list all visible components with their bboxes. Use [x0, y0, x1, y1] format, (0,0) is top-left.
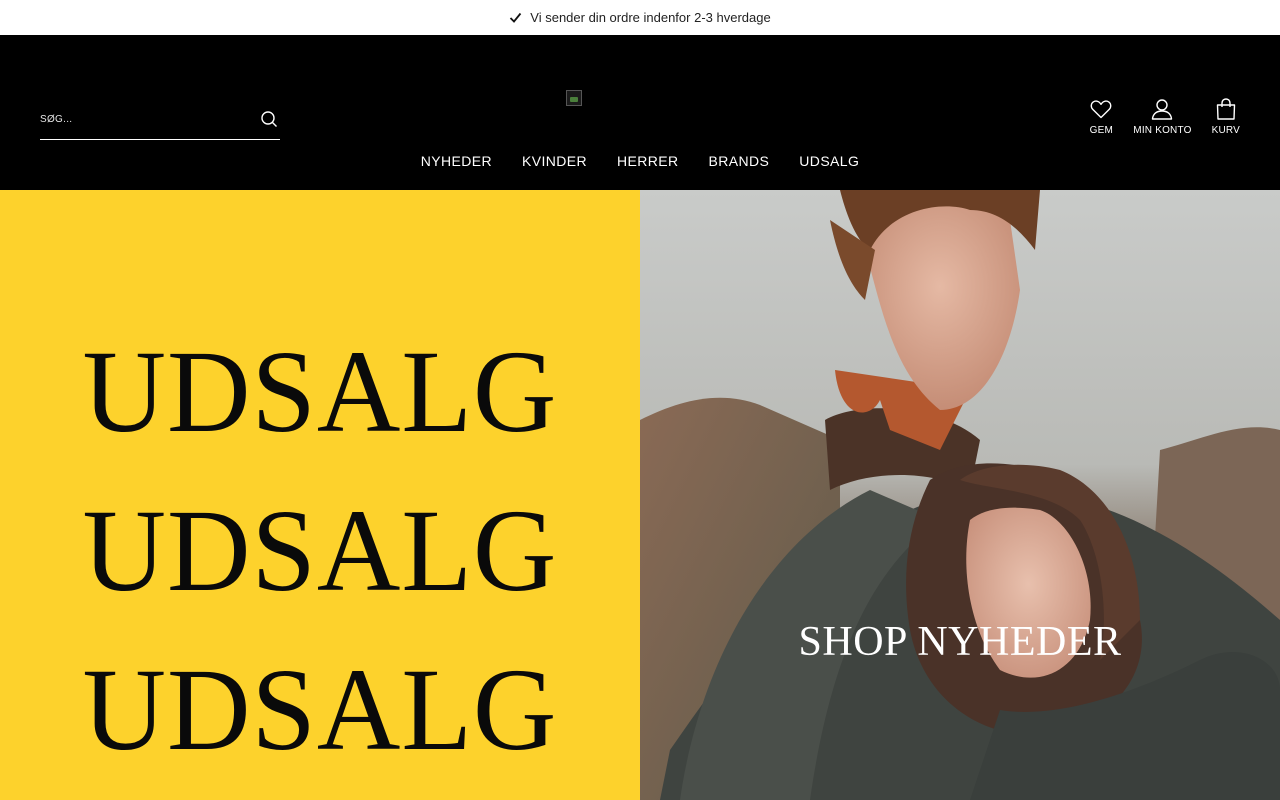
sale-heading: UDSALG: [82, 485, 558, 616]
checkmark-icon: [510, 12, 522, 23]
sale-heading: UDSALG: [82, 644, 558, 775]
bag-icon: [1216, 98, 1235, 120]
main-nav: NYHEDER KVINDER HERRER BRANDS UDSALG: [0, 153, 1280, 169]
search-bar: [40, 99, 280, 140]
search-input[interactable]: [40, 113, 260, 125]
nav-item-kvinder[interactable]: KVINDER: [522, 153, 587, 169]
shop-new-arrivals-label: SHOP NYHEDER: [798, 619, 1122, 665]
new-arrivals-banner[interactable]: SHOP NYHEDER: [640, 190, 1280, 800]
hero-section: UDSALG UDSALG UDSALG SHOP NYHEDER: [0, 190, 1280, 800]
nav-item-herrer[interactable]: HERRER: [617, 153, 679, 169]
sale-banner[interactable]: UDSALG UDSALG UDSALG: [0, 190, 640, 800]
hero-photo: [640, 190, 1280, 800]
announcement-bar: Vi sender din ordre indenfor 2-3 hverdag…: [0, 0, 1280, 35]
heart-icon: [1090, 100, 1112, 119]
site-logo[interactable]: [566, 90, 582, 106]
cart-label: KURV: [1211, 125, 1240, 136]
user-icon: [1152, 99, 1173, 120]
nav-item-brands[interactable]: BRANDS: [709, 153, 770, 169]
account-label: MIN KONTO: [1133, 125, 1192, 136]
nav-item-nyheder[interactable]: NYHEDER: [421, 153, 492, 169]
search-icon[interactable]: [260, 110, 278, 128]
announcement-text: Vi sender din ordre indenfor 2-3 hverdag…: [530, 10, 771, 25]
site-header: GEM MIN KONTO KURV NYHEDER KVINDER HERRE…: [0, 35, 1280, 190]
header-actions: GEM MIN KONTO KURV: [1089, 97, 1240, 136]
sale-heading: UDSALG: [82, 326, 558, 457]
wishlist-button[interactable]: GEM: [1089, 97, 1113, 136]
cart-button[interactable]: KURV: [1212, 97, 1240, 136]
wishlist-label: GEM: [1089, 125, 1113, 136]
nav-item-udsalg[interactable]: UDSALG: [799, 153, 859, 169]
account-button[interactable]: MIN KONTO: [1133, 97, 1191, 136]
